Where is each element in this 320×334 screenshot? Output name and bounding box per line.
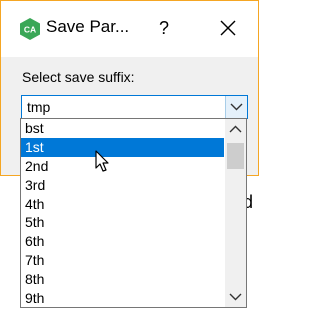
help-button[interactable]: ? — [153, 16, 175, 40]
dropdown-item[interactable]: 1st — [21, 137, 224, 157]
dropdown-item[interactable]: 7th — [21, 251, 224, 270]
scroll-down-icon[interactable] — [225, 288, 246, 306]
suffix-dropdown-list[interactable]: bst 1st 2nd 3rd 4th 5th 6th 7th 8th 9th — [20, 118, 247, 308]
dropdown-item[interactable]: 3rd — [21, 176, 224, 195]
dropdown-scrollbar[interactable] — [225, 119, 246, 307]
scroll-up-icon[interactable] — [225, 120, 246, 138]
chevron-down-icon — [230, 103, 243, 111]
dropdown-item[interactable]: 6th — [21, 232, 224, 251]
combobox-value: tmp — [27, 99, 51, 115]
background-text-left: t — [0, 192, 18, 213]
dropdown-item[interactable]: 4th — [21, 195, 224, 214]
app-logo-icon: CA — [20, 18, 40, 40]
mouse-cursor-icon — [95, 150, 109, 172]
suffix-prompt-label: Select save suffix: — [22, 69, 135, 85]
dialog-title: Save Par... — [46, 17, 130, 36]
close-icon[interactable] — [215, 15, 241, 41]
combobox-dropdown-button[interactable] — [225, 96, 247, 118]
dropdown-item[interactable]: 9th — [21, 289, 224, 307]
dropdown-item[interactable]: bst — [21, 119, 224, 138]
dropdown-item[interactable]: 2nd — [21, 157, 224, 176]
title-bar[interactable]: CA Save Par... ? — [1, 1, 258, 57]
dropdown-items: bst 1st 2nd 3rd 4th 5th 6th 7th 8th 9th — [21, 119, 224, 307]
scroll-thumb[interactable] — [227, 143, 244, 169]
app-logo-text: CA — [24, 25, 36, 35]
dropdown-item[interactable]: 8th — [21, 270, 224, 289]
suffix-combobox[interactable]: tmp — [21, 95, 248, 119]
dropdown-item[interactable]: 5th — [21, 213, 224, 232]
